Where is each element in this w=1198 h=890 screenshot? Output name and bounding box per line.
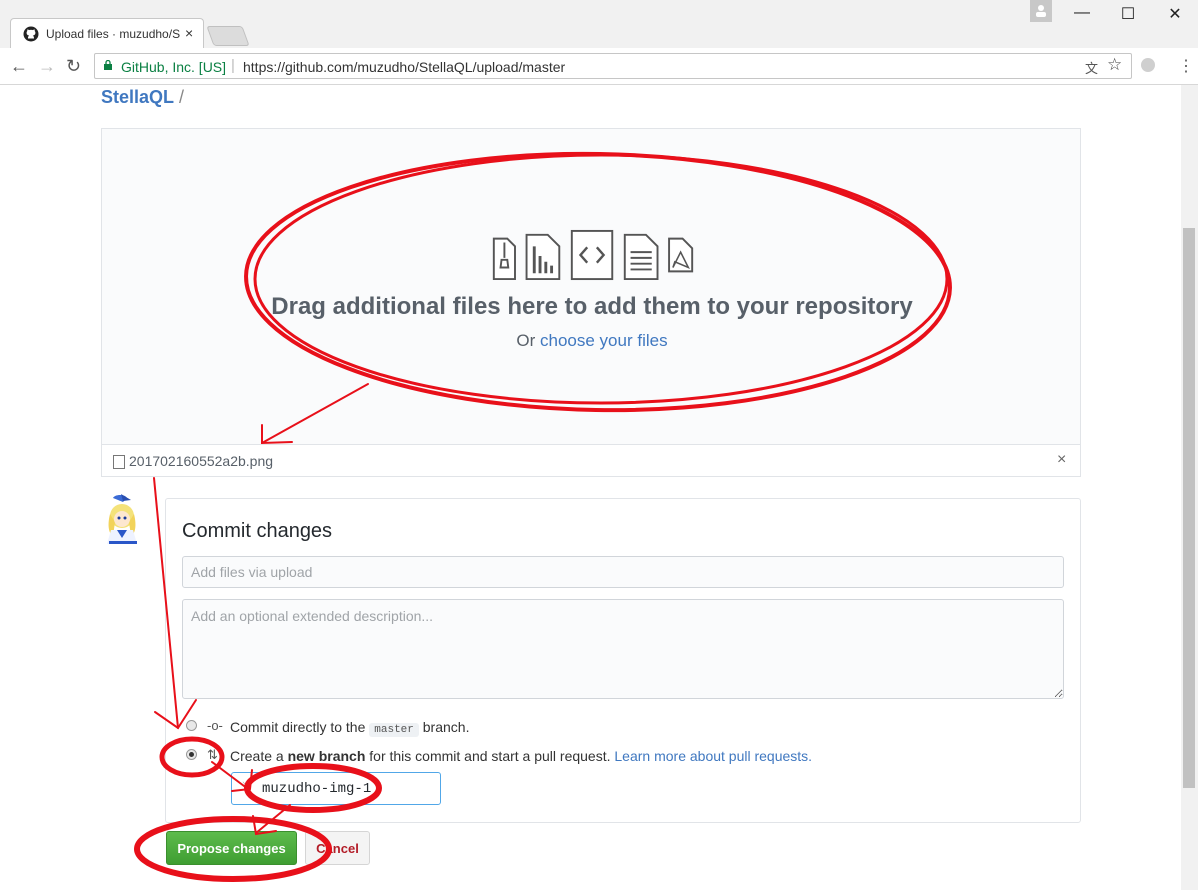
maximize-icon[interactable]: ☐ [1116,4,1140,24]
address-bar[interactable]: GitHub, Inc. [US] | https://github.com/m… [94,53,1132,79]
branch-name-field[interactable]: ᛉ [231,772,441,805]
remove-file-icon[interactable]: × [1057,451,1066,469]
commit-description-input[interactable] [182,599,1064,699]
browser-menu-icon[interactable]: ⋮ [1178,56,1194,76]
zip-file-icon [492,237,516,281]
dropzone-title: Drag additional files here to add them t… [271,293,913,320]
lock-icon [104,60,112,70]
git-pull-request-icon: ⇅ [207,747,218,762]
breadcrumb-separator: / [179,87,185,107]
commit-direct-label: Commit directly to the master branch. [230,719,470,737]
github-icon [23,26,39,42]
propose-changes-button[interactable]: Propose changes [166,831,297,865]
browser-toolbar: ← → ↻ GitHub, Inc. [US] | https://github… [0,48,1198,85]
browser-titlebar: Upload files · muzudho/S × — ☐ ✕ [0,0,1198,49]
master-branch-code: master [369,723,419,737]
extension-icon[interactable] [1141,58,1155,72]
bookmark-star-icon[interactable]: ☆ [1107,55,1122,75]
browser-tab[interactable]: Upload files · muzudho/S × [10,18,204,48]
new-tab-button[interactable] [206,26,250,46]
branch-icon: ᛉ [242,780,250,795]
git-commit-icon: -o- [207,718,223,733]
branch-name-input[interactable] [260,778,434,800]
user-profile-icon[interactable] [1030,0,1052,22]
commit-form: Commit changes -o- Commit directly to th… [165,498,1081,823]
uploaded-file-row: 201702160552a2b.png × [101,444,1081,477]
file-icon [113,455,125,469]
file-type-icons [492,229,694,281]
omnibox-separator: | [231,57,235,74]
pdf-file-icon [668,237,694,273]
dropzone-subtitle: Or choose your files [102,331,1082,351]
back-arrow-icon[interactable]: ← [10,56,28,77]
learn-more-link[interactable]: Learn more about pull requests. [614,748,812,764]
commit-direct-radio[interactable] [186,720,197,731]
or-text: Or [516,331,536,350]
tab-title: Upload files · muzudho/S [46,27,181,41]
code-file-icon [570,229,614,281]
minimize-icon[interactable]: — [1070,4,1094,22]
forward-arrow-icon[interactable]: → [38,56,56,77]
breadcrumb: StellaQL / [101,87,184,108]
tab-close-icon[interactable]: × [185,25,193,41]
text-file-icon [623,233,659,281]
commit-title: Commit changes [182,520,333,542]
url-text[interactable]: https://github.com/muzudho/StellaQL/uplo… [243,59,565,75]
new-branch-label: Create a new branch for this commit and … [230,748,813,764]
file-name: 201702160552a2b.png [129,453,274,469]
choose-files-link[interactable]: choose your files [540,331,668,350]
close-window-icon[interactable]: ✕ [1163,4,1187,24]
security-label: GitHub, Inc. [US] [121,59,227,75]
repo-link[interactable]: StellaQL [101,87,174,107]
new-branch-radio[interactable] [186,749,197,760]
cancel-button[interactable]: Cancel [305,831,370,865]
chart-file-icon [525,233,561,281]
reload-icon[interactable]: ↻ [66,56,81,77]
scrollbar-thumb[interactable] [1183,228,1195,788]
translate-icon[interactable]: 文 [1085,58,1098,77]
user-avatar [101,492,145,546]
file-dropzone[interactable]: Drag additional files here to add them t… [101,128,1081,445]
commit-summary-input[interactable] [182,556,1064,588]
